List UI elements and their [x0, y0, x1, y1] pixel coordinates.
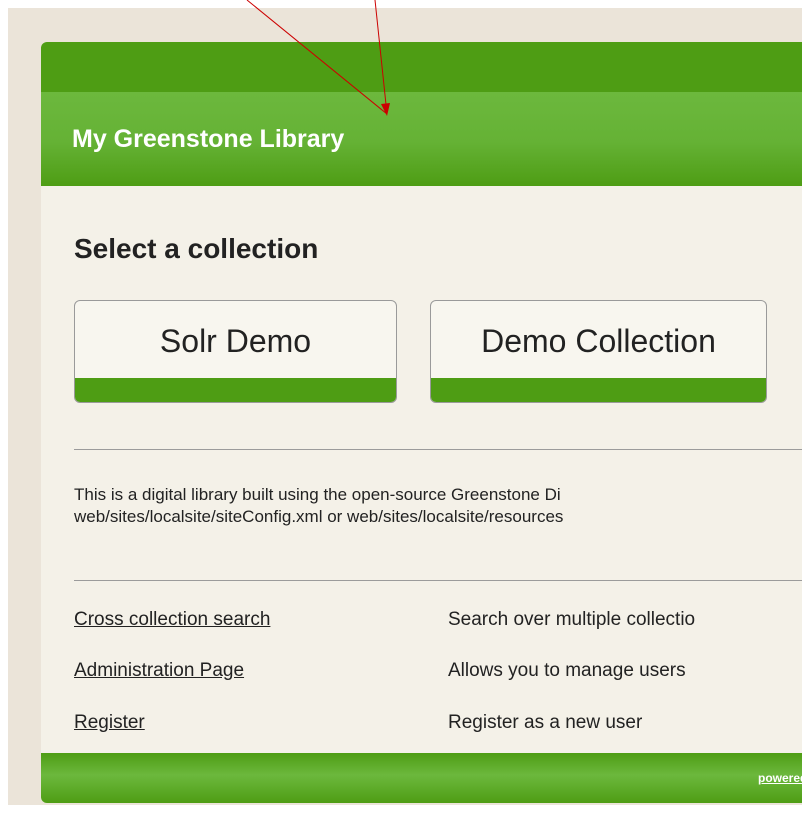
collection-button-label: Demo Collection — [481, 323, 716, 359]
browser-viewport: My Greenstone Library Select a collectio… — [8, 8, 802, 805]
site-title[interactable]: My Greenstone Library — [72, 125, 344, 154]
cross-collection-search-link[interactable]: Cross collection search — [74, 609, 270, 631]
collection-button-green-bar — [431, 378, 766, 402]
collection-button-demo-collection[interactable]: Demo Collection — [430, 300, 767, 403]
library-page: My Greenstone Library Select a collectio… — [41, 42, 802, 803]
link-row-cross-collection-search: Cross collection search Search over mult… — [74, 609, 802, 633]
link-row-administration-page: Administration Page Allows you to manage… — [74, 660, 802, 684]
administration-page-link[interactable]: Administration Page — [74, 660, 244, 682]
powered-by-link[interactable]: powered — [758, 771, 802, 785]
site-header: My Greenstone Library — [41, 42, 802, 186]
site-footer: powered — [41, 753, 802, 803]
register-link[interactable]: Register — [74, 712, 145, 734]
select-collection-heading: Select a collection — [74, 233, 319, 264]
intro-paragraph: This is a digital library built using th… — [74, 484, 802, 528]
link-description: Search over multiple collectio — [448, 609, 696, 630]
divider — [74, 580, 802, 581]
collection-button-green-bar — [75, 378, 396, 402]
link-description: Register as a new user — [448, 712, 643, 733]
intro-line: This is a digital library built using th… — [74, 485, 561, 504]
divider — [74, 449, 802, 450]
collection-button-label: Solr Demo — [159, 323, 312, 359]
intro-line: web/sites/localsite/siteConfig.xml or we… — [74, 507, 564, 526]
link-row-register: Register Register as a new user — [74, 712, 802, 736]
collection-button-solr-demo[interactable]: Solr Demo — [74, 300, 397, 403]
link-description: Allows you to manage users — [448, 660, 686, 681]
